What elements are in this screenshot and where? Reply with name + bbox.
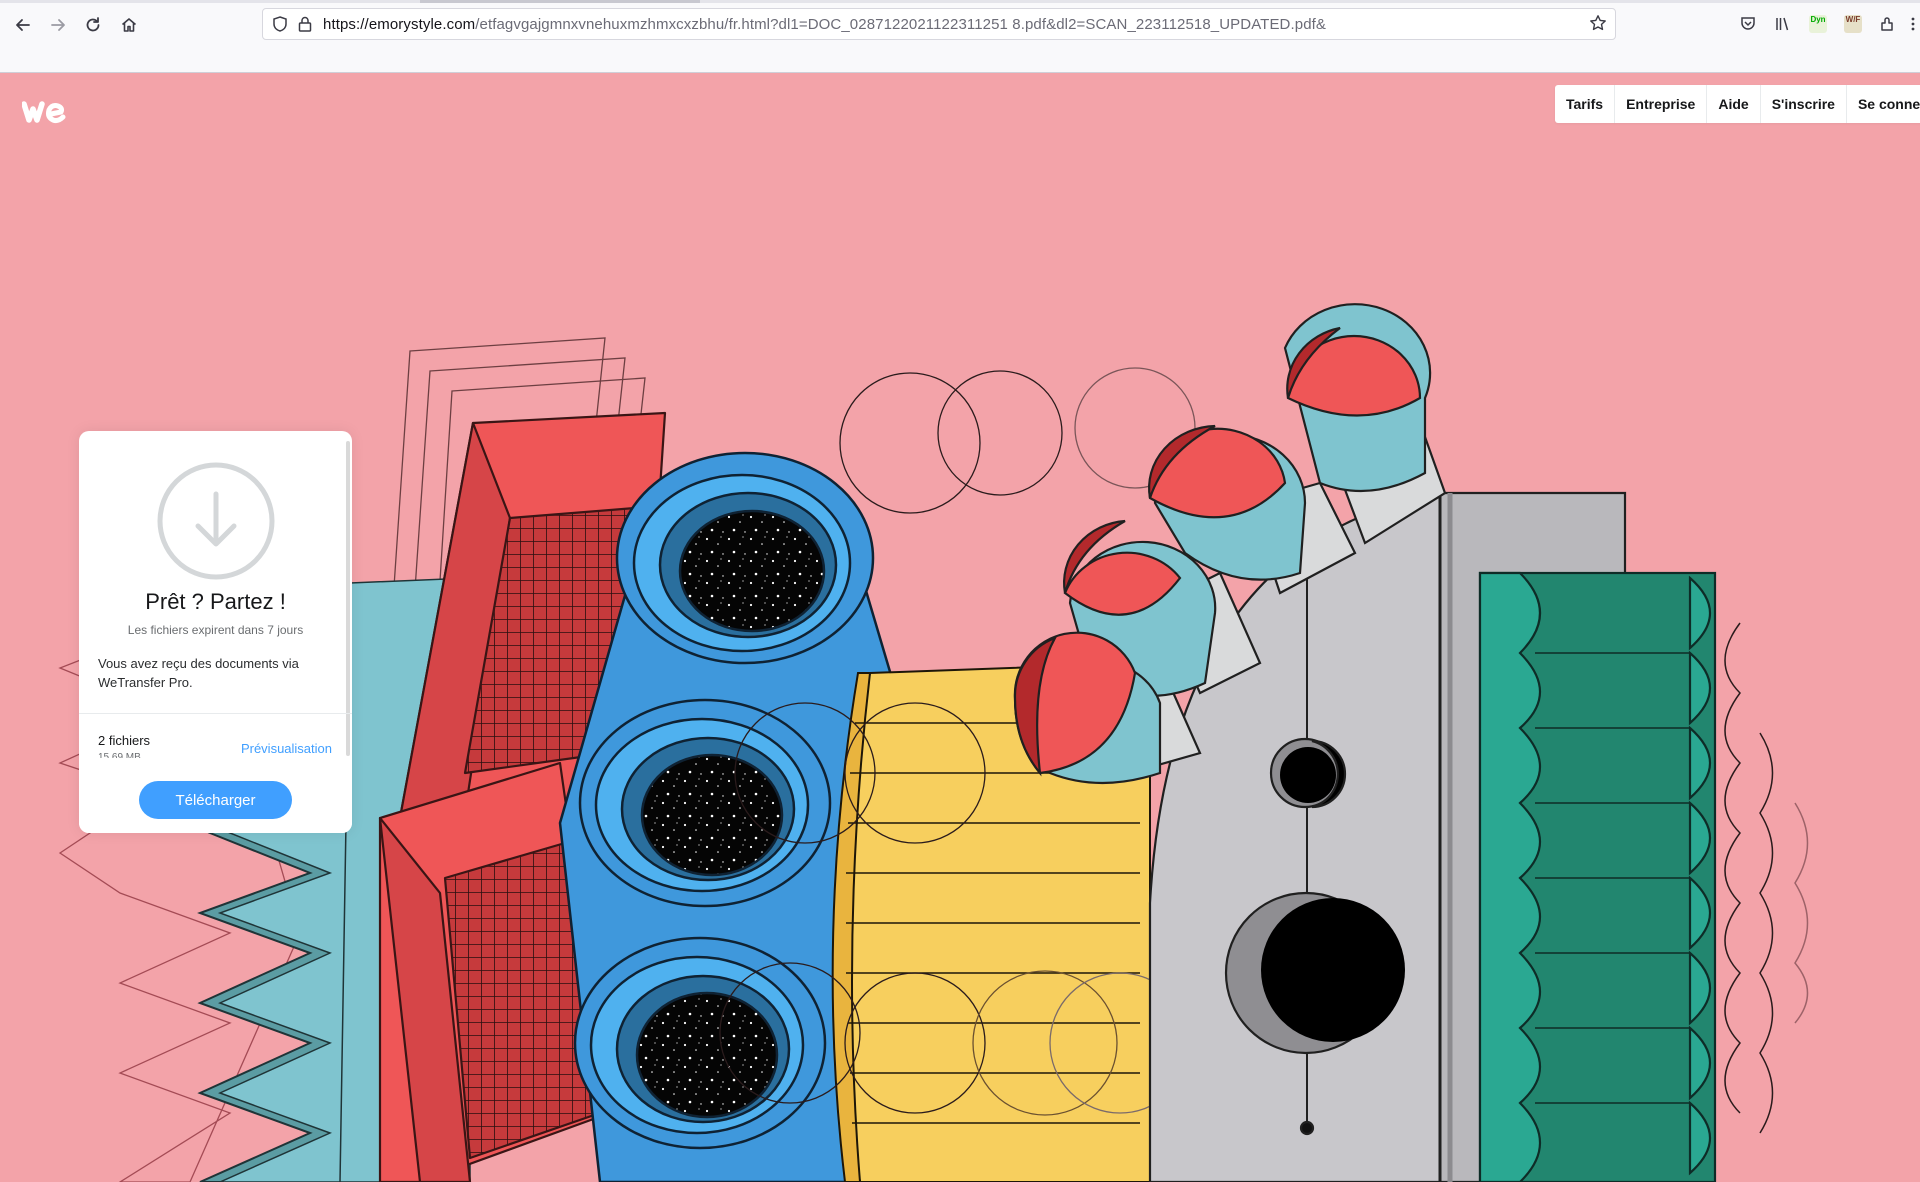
- wetransfer-logo[interactable]: [21, 100, 68, 131]
- nav-tarifs[interactable]: Tarifs: [1555, 85, 1616, 123]
- back-icon[interactable]: [10, 12, 36, 38]
- download-arrow-icon: [156, 461, 276, 586]
- dyn-badge: Dyn: [1809, 15, 1827, 33]
- url-path: /etfagvgajgmnxvnehuxmzhmxcxzbhu/fr.html?…: [475, 16, 1327, 33]
- expiry-text: Les fichiers expirent dans 7 jours: [127, 623, 304, 637]
- pocket-icon[interactable]: [1736, 12, 1760, 36]
- card-divider: [79, 713, 352, 714]
- tracking-protection-icon[interactable]: [271, 15, 289, 38]
- preview-link[interactable]: Prévisualisation: [241, 741, 332, 756]
- page-content: Tarifs Entreprise Aide S'inscrire Se con…: [0, 73, 1920, 1182]
- extension-wf-icon[interactable]: W/F: [1841, 12, 1865, 36]
- url-host: https://emorystyle.com: [323, 16, 476, 33]
- home-icon[interactable]: [116, 12, 142, 38]
- card-title: Prêt ? Partez !: [145, 589, 286, 614]
- download-card: Prêt ? Partez ! Les fichiers expirent da…: [79, 431, 352, 833]
- address-bar[interactable]: https://emorystyle.com/etfagvgajgmnxvneh…: [262, 8, 1616, 40]
- nav-aide[interactable]: Aide: [1707, 85, 1761, 123]
- forward-icon[interactable]: [45, 12, 71, 38]
- reload-icon[interactable]: [80, 12, 106, 38]
- menu-icon[interactable]: [1906, 12, 1920, 36]
- active-tab-indicator[interactable]: [420, 0, 700, 3]
- tab-strip: [0, 0, 1920, 3]
- nav-entreprise[interactable]: Entreprise: [1615, 85, 1708, 123]
- transfer-message: Vous avez reçu des documents via WeTrans…: [98, 656, 299, 690]
- nav-se-connecter[interactable]: Se connecter: [1847, 85, 1920, 123]
- extension-dyn-icon[interactable]: Dyn: [1806, 12, 1830, 36]
- wf-label: W/F: [1845, 15, 1861, 24]
- wf-badge: W/F: [1844, 15, 1862, 33]
- nav-sinscrire[interactable]: S'inscrire: [1761, 85, 1847, 123]
- download-button[interactable]: Télécharger: [139, 781, 292, 819]
- browser-toolbar: https://emorystyle.com/etfagvgajgmnxvneh…: [0, 0, 1920, 73]
- bookmark-star-icon[interactable]: [1589, 14, 1607, 37]
- url-text[interactable]: https://emorystyle.com/etfagvgajgmnxvneh…: [323, 16, 1326, 33]
- dyn-label: Dyn: [1810, 15, 1826, 24]
- library-icon[interactable]: [1771, 12, 1795, 36]
- extensions-icon[interactable]: [1876, 12, 1900, 36]
- files-count: 2 fichiers: [98, 733, 151, 748]
- lock-icon[interactable]: [297, 15, 313, 38]
- site-nav: Tarifs Entreprise Aide S'inscrire Se con…: [1555, 85, 1920, 123]
